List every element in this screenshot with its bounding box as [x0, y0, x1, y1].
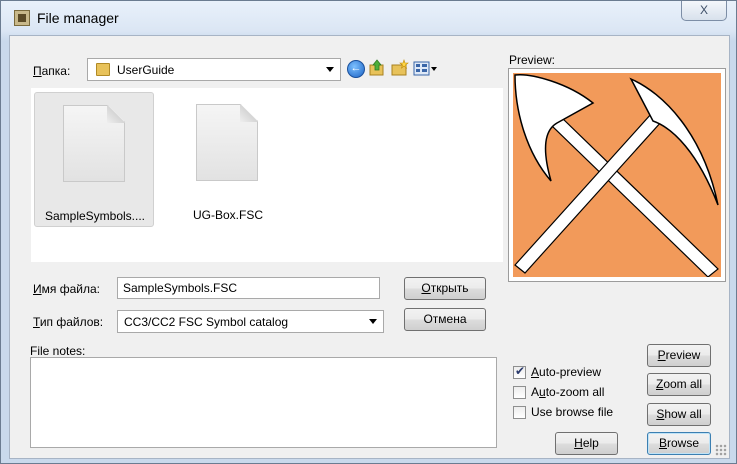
chevron-down-icon	[369, 319, 377, 324]
preview-image	[513, 73, 721, 278]
use-browse-file-label[interactable]: Use browse file	[531, 405, 613, 419]
preview-pane	[508, 68, 726, 282]
file-name: UG-Box.FSC	[192, 208, 263, 222]
view-menu-icon[interactable]	[413, 60, 439, 78]
folder-combo[interactable]: UserGuide	[87, 58, 341, 81]
folder-icon	[96, 63, 110, 76]
back-icon[interactable]: ←	[347, 60, 365, 78]
close-button[interactable]: X	[681, 1, 727, 21]
help-button[interactable]: Help	[555, 432, 618, 455]
chevron-down-icon	[326, 67, 334, 72]
use-browse-file-checkbox[interactable]	[513, 406, 526, 419]
auto-zoom-label[interactable]: Auto-zoom all	[531, 385, 604, 399]
filetype-select[interactable]: CC3/CC2 FSC Symbol catalog	[117, 310, 384, 333]
new-folder-icon[interactable]	[391, 59, 409, 77]
filetype-value: CC3/CC2 FSC Symbol catalog	[124, 315, 289, 329]
filename-label: Имя файла:	[33, 282, 100, 296]
dialog-client-area: Папка: UserGuide ← Preview: SampleSymbol…	[9, 35, 730, 459]
file-list[interactable]: SampleSymbols.... UG-Box.FSC	[31, 88, 503, 262]
open-button[interactable]: Открыть	[404, 277, 486, 300]
file-notes-textarea[interactable]	[30, 357, 497, 448]
cancel-button[interactable]: Отмена	[404, 308, 486, 331]
close-icon: X	[699, 3, 708, 17]
auto-zoom-checkbox[interactable]	[513, 386, 526, 399]
preview-button[interactable]: Preview	[647, 344, 711, 367]
app-icon	[14, 10, 30, 26]
file-item-ug-box[interactable]: UG-Box.FSC	[168, 92, 288, 227]
show-all-button[interactable]: Show all	[647, 403, 711, 426]
zoom-all-button[interactable]: Zoom all	[647, 373, 711, 396]
filetype-label: Тип файлов:	[33, 315, 104, 329]
folder-label: Папка:	[33, 64, 71, 78]
file-item-samplesymbols[interactable]: SampleSymbols....	[34, 92, 154, 227]
window-title: File manager	[37, 10, 119, 26]
preview-label: Preview:	[509, 53, 556, 67]
up-folder-icon[interactable]	[368, 59, 386, 77]
resize-grip[interactable]	[715, 444, 727, 456]
filename-input[interactable]: SampleSymbols.FSC	[117, 277, 380, 299]
file-manager-window: File manager X Папка: UserGuide ← Previe…	[0, 0, 737, 464]
auto-preview-checkbox[interactable]	[513, 364, 526, 379]
crossed-pickaxes-icon	[514, 74, 719, 278]
file-notes-label: File notes:	[30, 344, 86, 358]
browse-button[interactable]: Browse	[647, 432, 711, 455]
folder-value: UserGuide	[117, 63, 175, 77]
file-name: SampleSymbols....	[44, 209, 146, 223]
title-bar[interactable]: File manager X	[1, 1, 737, 35]
auto-preview-label[interactable]: Auto-preview	[531, 365, 601, 379]
